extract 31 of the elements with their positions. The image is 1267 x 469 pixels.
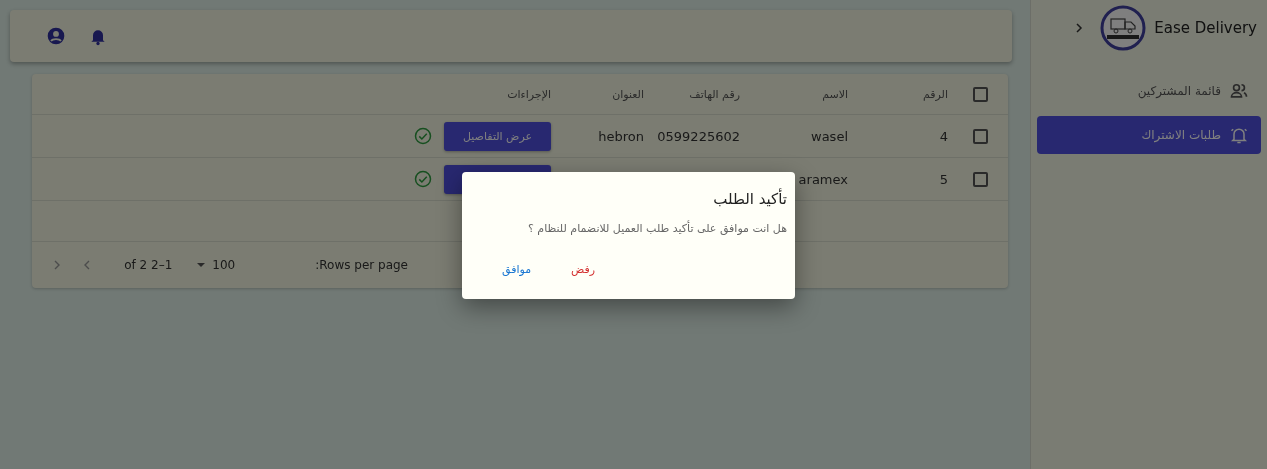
check-circle-icon[interactable] <box>414 127 432 145</box>
dropdown-caret-icon <box>196 260 207 270</box>
reject-button[interactable]: رفض <box>565 259 602 280</box>
rows-per-page-select[interactable]: 100 <box>196 258 236 272</box>
row-checkbox[interactable] <box>973 128 988 144</box>
page-range: of 2 2–1 <box>124 258 173 272</box>
brand-name: Ease Delivery <box>1154 19 1257 37</box>
column-header: الرقم <box>922 87 948 101</box>
dialog-message: هل انت موافق على تأكيد طلب العميل للانضمام للنظام ؟ <box>527 222 787 235</box>
delivery-truck-logo <box>1100 5 1147 51</box>
select-all-checkbox[interactable] <box>973 86 988 102</box>
details-button[interactable]: عرض التفاصيل <box>444 121 551 151</box>
check-circle-icon[interactable] <box>414 170 432 188</box>
sidebar-item[interactable]: طلبات الاشتراك <box>1037 116 1261 154</box>
table-cell: aramex <box>798 171 848 187</box>
dialog-title: تأكيد الطلب <box>712 190 787 208</box>
confirm-button[interactable]: موافق <box>496 259 538 280</box>
rows-per-page-label: :Rows per page <box>315 258 408 272</box>
sidebar-item[interactable]: قائمة المشتركين <box>1037 72 1261 110</box>
account-icon[interactable] <box>46 26 66 46</box>
table-cell: 5 <box>939 171 948 187</box>
row-checkbox[interactable] <box>973 171 988 187</box>
column-header: الإجراءات <box>507 87 551 101</box>
column-header: العنوان <box>612 87 644 101</box>
table-cell: 0599225602 <box>657 128 740 144</box>
column-header: رقم الهاتف <box>689 87 740 101</box>
column-header: الاسم <box>822 87 848 101</box>
table-cell: hebron <box>598 128 644 144</box>
table-cell: wasel <box>811 128 848 144</box>
people-icon <box>1229 81 1249 101</box>
table-cell: 4 <box>939 128 948 144</box>
